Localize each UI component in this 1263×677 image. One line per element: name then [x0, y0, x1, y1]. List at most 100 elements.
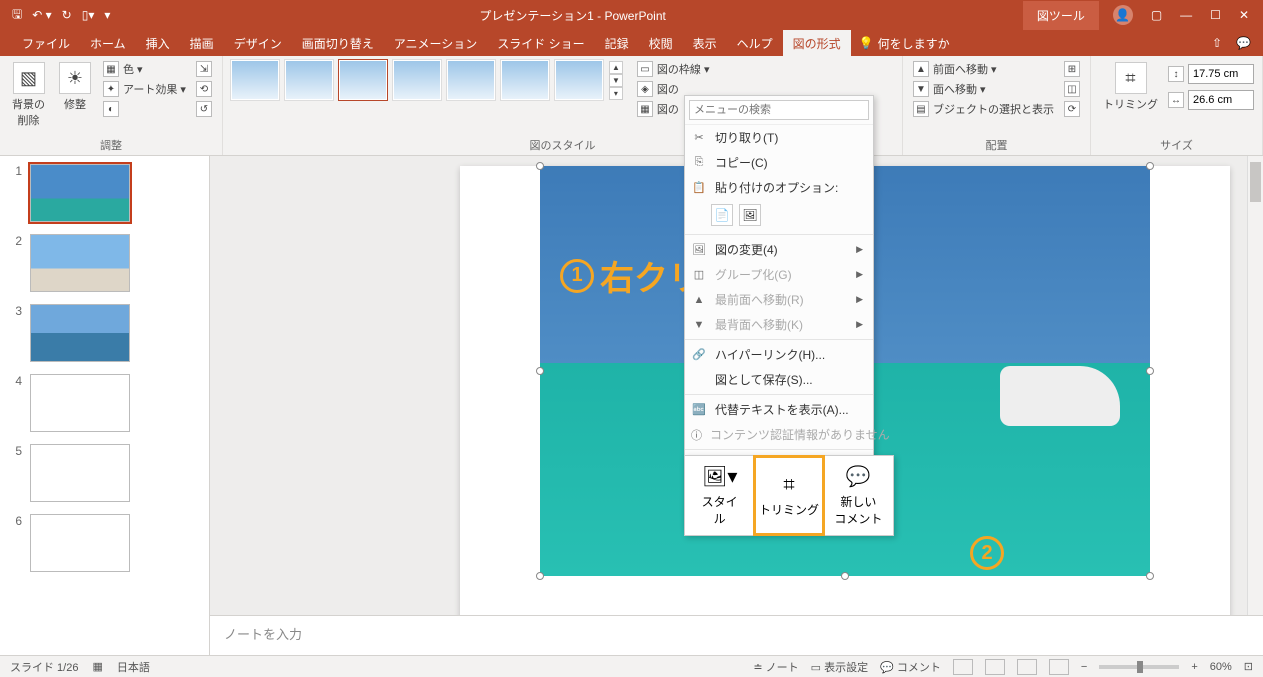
- menu-alt-text[interactable]: 🔤代替テキストを表示(A)...: [685, 397, 873, 422]
- slide-panel[interactable]: 1 2 3 4 5 6: [0, 156, 210, 655]
- tab-insert[interactable]: 挿入: [136, 30, 180, 57]
- resize-handle[interactable]: [536, 367, 544, 375]
- selection-pane-button[interactable]: ▤ブジェクトの選択と表示: [911, 100, 1056, 118]
- tab-animations[interactable]: アニメーション: [384, 30, 488, 57]
- maximize-icon[interactable]: ☐: [1210, 8, 1221, 22]
- tab-home[interactable]: ホーム: [80, 30, 136, 57]
- ribbon-display-icon[interactable]: ▢: [1151, 8, 1162, 22]
- zoom-slider-thumb[interactable]: [1137, 661, 1143, 673]
- tab-record[interactable]: 記録: [595, 30, 639, 57]
- group-button[interactable]: ◫: [1062, 80, 1082, 98]
- tab-picture-format[interactable]: 図の形式: [783, 30, 851, 57]
- resize-handle[interactable]: [1146, 162, 1154, 170]
- align-button[interactable]: ⊞: [1062, 60, 1082, 78]
- scrollbar-thumb[interactable]: [1250, 162, 1261, 202]
- zoom-level[interactable]: 60%: [1210, 661, 1232, 673]
- status-slide-number[interactable]: スライド 1/26: [10, 659, 78, 675]
- corrections-button[interactable]: ☀ 修整: [55, 60, 95, 114]
- menu-change-picture[interactable]: 🖼図の変更(4)▶: [685, 237, 873, 262]
- tab-help[interactable]: ヘルプ: [727, 30, 783, 57]
- rotate-button[interactable]: ⟳: [1062, 100, 1082, 118]
- save-icon[interactable]: 🖫: [12, 5, 22, 26]
- resize-handle[interactable]: [536, 162, 544, 170]
- status-notes[interactable]: ≐ ノート: [753, 659, 798, 675]
- tab-transitions[interactable]: 画面切り替え: [292, 30, 384, 57]
- transparency-button[interactable]: ◐: [101, 100, 188, 118]
- tab-view[interactable]: 表示: [683, 30, 727, 57]
- style-thumb[interactable]: [555, 60, 603, 100]
- vertical-scrollbar[interactable]: [1247, 156, 1263, 615]
- mini-style-button[interactable]: 🖼▾ スタイ ル: [685, 456, 754, 535]
- gallery-more-icon[interactable]: ▾: [609, 87, 623, 100]
- style-thumb[interactable]: [447, 60, 495, 100]
- resize-handle[interactable]: [536, 572, 544, 580]
- style-thumb[interactable]: [339, 60, 387, 100]
- share-icon[interactable]: ⇧: [1212, 36, 1222, 50]
- send-backward-button[interactable]: ▼面へ移動 ▾: [911, 80, 1056, 98]
- menu-copy[interactable]: ⎘コピー(C): [685, 150, 873, 175]
- paste-option-picture[interactable]: 🖼: [739, 204, 761, 226]
- style-thumb[interactable]: [285, 60, 333, 100]
- slide-thumbnail-4[interactable]: 4: [4, 374, 205, 432]
- slide-sorter-view-icon[interactable]: [985, 659, 1005, 675]
- status-language[interactable]: 日本語: [117, 659, 150, 675]
- qat-more-icon[interactable]: ▾: [104, 8, 110, 22]
- gallery-down-icon[interactable]: ▼: [609, 74, 623, 87]
- undo-icon[interactable]: ↶ ▾: [32, 8, 51, 22]
- tell-me[interactable]: 💡 何をしますか: [859, 35, 950, 52]
- bring-forward-button[interactable]: ▲前面へ移動 ▾: [911, 60, 1056, 78]
- slide-thumbnail-1[interactable]: 1: [4, 164, 205, 222]
- mini-crop-button[interactable]: ⌗ トリミング: [754, 456, 823, 535]
- remove-background-button[interactable]: ▧ 背景の 削除: [8, 60, 49, 130]
- width-input[interactable]: [1188, 90, 1254, 110]
- reset-picture-button[interactable]: ↺: [194, 100, 214, 118]
- fit-to-window-icon[interactable]: ⊡: [1244, 660, 1253, 673]
- minimize-icon[interactable]: —: [1180, 8, 1192, 22]
- slideshow-view-icon[interactable]: [1049, 659, 1069, 675]
- tab-review[interactable]: 校閲: [639, 30, 683, 57]
- slide-thumbnail-2[interactable]: 2: [4, 234, 205, 292]
- mini-comment-button[interactable]: 💬 新しい コメント: [824, 456, 893, 535]
- comments-icon[interactable]: 💬: [1236, 36, 1251, 50]
- tab-file[interactable]: ファイル: [12, 30, 80, 57]
- tab-slideshow[interactable]: スライド ショー: [487, 30, 594, 57]
- reading-view-icon[interactable]: [1017, 659, 1037, 675]
- gallery-up-icon[interactable]: ▲: [609, 61, 623, 74]
- close-icon[interactable]: ✕: [1239, 8, 1249, 22]
- style-thumb[interactable]: [393, 60, 441, 100]
- zoom-in-icon[interactable]: +: [1191, 661, 1197, 673]
- paste-option-keep-source[interactable]: 📄: [711, 204, 733, 226]
- status-display-settings[interactable]: ▭ 表示設定: [811, 659, 868, 675]
- menu-save-as-picture[interactable]: 図として保存(S)...: [685, 367, 873, 392]
- style-thumb[interactable]: [501, 60, 549, 100]
- picture-border-button[interactable]: ▭図の枠線 ▾: [635, 60, 712, 78]
- height-input[interactable]: [1188, 64, 1254, 84]
- account-avatar-icon[interactable]: 👤: [1113, 5, 1133, 25]
- tab-design[interactable]: デザイン: [224, 30, 292, 57]
- normal-view-icon[interactable]: [953, 659, 973, 675]
- notes-pane[interactable]: ノートを入力: [210, 615, 1263, 655]
- annotation-number-2-icon: 2: [970, 536, 1004, 570]
- resize-handle[interactable]: [1146, 572, 1154, 580]
- crop-button[interactable]: ⌗ トリミング: [1099, 60, 1162, 114]
- status-comments[interactable]: 💬 コメント: [880, 659, 941, 675]
- color-button[interactable]: ▦色 ▾: [101, 60, 188, 78]
- style-thumb[interactable]: [231, 60, 279, 100]
- slide-thumbnail-3[interactable]: 3: [4, 304, 205, 362]
- start-from-beginning-icon[interactable]: ▯▾: [82, 8, 95, 22]
- resize-handle[interactable]: [1146, 367, 1154, 375]
- slide-thumbnail-6[interactable]: 6: [4, 514, 205, 572]
- slide-thumbnail-5[interactable]: 5: [4, 444, 205, 502]
- artistic-effects-button[interactable]: ✦アート効果 ▾: [101, 80, 188, 98]
- menu-hyperlink[interactable]: 🔗ハイパーリンク(H)...: [685, 342, 873, 367]
- menu-search-input[interactable]: [689, 100, 869, 120]
- zoom-slider[interactable]: [1099, 665, 1179, 669]
- compress-button[interactable]: ⇲: [194, 60, 214, 78]
- tab-draw[interactable]: 描画: [180, 30, 224, 57]
- redo-icon[interactable]: ↻: [62, 8, 72, 22]
- menu-cut[interactable]: ✂切り取り(T): [685, 125, 873, 150]
- change-picture-button[interactable]: ⟲: [194, 80, 214, 98]
- zoom-out-icon[interactable]: −: [1081, 661, 1087, 673]
- resize-handle[interactable]: [841, 572, 849, 580]
- accessibility-icon[interactable]: ▦: [92, 660, 102, 673]
